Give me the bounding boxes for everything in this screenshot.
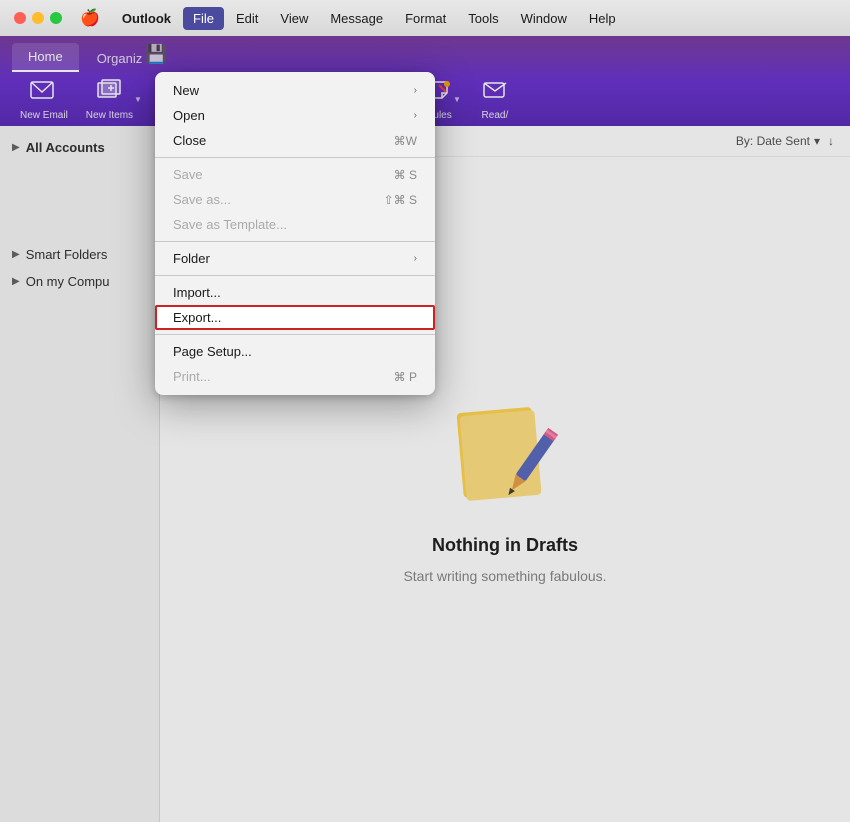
menubar-item-format[interactable]: Format: [395, 7, 456, 30]
menu-item-print-label: Print...: [173, 369, 211, 384]
menu-item-save: Save ⌘ S: [155, 162, 435, 187]
menu-item-new[interactable]: New ›: [155, 78, 435, 103]
file-menu-dropdown: New › Open › Close ⌘W Save ⌘ S Save as..…: [155, 72, 435, 395]
menu-item-page-setup[interactable]: Page Setup...: [155, 339, 435, 364]
menubar-item-file[interactable]: File: [183, 7, 224, 30]
menu-item-import-label: Import...: [173, 285, 221, 300]
menu-item-save-label: Save: [173, 167, 203, 182]
menu-item-export[interactable]: Export...: [155, 305, 435, 330]
window-controls: [8, 12, 68, 24]
menu-item-folder-label: Folder: [173, 251, 210, 266]
menubar-item-tools[interactable]: Tools: [458, 7, 508, 30]
maximize-button[interactable]: [50, 12, 62, 24]
menu-item-open[interactable]: Open ›: [155, 103, 435, 128]
apple-menu[interactable]: 🍎: [70, 4, 110, 32]
menu-item-open-label: Open: [173, 108, 205, 123]
menu-item-save-as: Save as... ⇧⌘ S: [155, 187, 435, 212]
mac-menu-bar: 🍎 Outlook File Edit View Message Format …: [0, 0, 850, 36]
menu-separator-1: [155, 157, 435, 158]
submenu-arrow-open: ›: [414, 110, 417, 121]
menu-item-print-shortcut: ⌘ P: [394, 370, 417, 384]
menu-item-folder[interactable]: Folder ›: [155, 246, 435, 271]
menu-item-save-as-shortcut: ⇧⌘ S: [384, 193, 417, 207]
submenu-arrow-folder: ›: [414, 253, 417, 264]
menubar-item-view[interactable]: View: [270, 7, 318, 30]
menu-item-save-shortcut: ⌘ S: [394, 168, 417, 182]
menubar-item-help[interactable]: Help: [579, 7, 626, 30]
menubar-item-outlook[interactable]: Outlook: [112, 7, 181, 30]
menu-item-page-setup-label: Page Setup...: [173, 344, 252, 359]
menu-dropdown-overlay[interactable]: New › Open › Close ⌘W Save ⌘ S Save as..…: [0, 36, 850, 822]
menu-item-export-label: Export...: [173, 310, 221, 325]
menu-item-save-as-label: Save as...: [173, 192, 231, 207]
menu-item-save-as-template-label: Save as Template...: [173, 217, 287, 232]
menubar-item-window[interactable]: Window: [511, 7, 577, 30]
submenu-arrow-new: ›: [414, 85, 417, 96]
menu-item-print: Print... ⌘ P: [155, 364, 435, 389]
menu-item-save-as-template: Save as Template...: [155, 212, 435, 237]
close-button[interactable]: [14, 12, 26, 24]
menu-item-new-label: New: [173, 83, 199, 98]
menu-item-import[interactable]: Import...: [155, 280, 435, 305]
menu-item-close-label: Close: [173, 133, 206, 148]
menubar-item-edit[interactable]: Edit: [226, 7, 268, 30]
menu-item-close-shortcut: ⌘W: [394, 134, 417, 148]
menubar-item-message[interactable]: Message: [320, 7, 393, 30]
menu-separator-4: [155, 334, 435, 335]
minimize-button[interactable]: [32, 12, 44, 24]
menu-separator-2: [155, 241, 435, 242]
menu-separator-3: [155, 275, 435, 276]
menu-item-close[interactable]: Close ⌘W: [155, 128, 435, 153]
